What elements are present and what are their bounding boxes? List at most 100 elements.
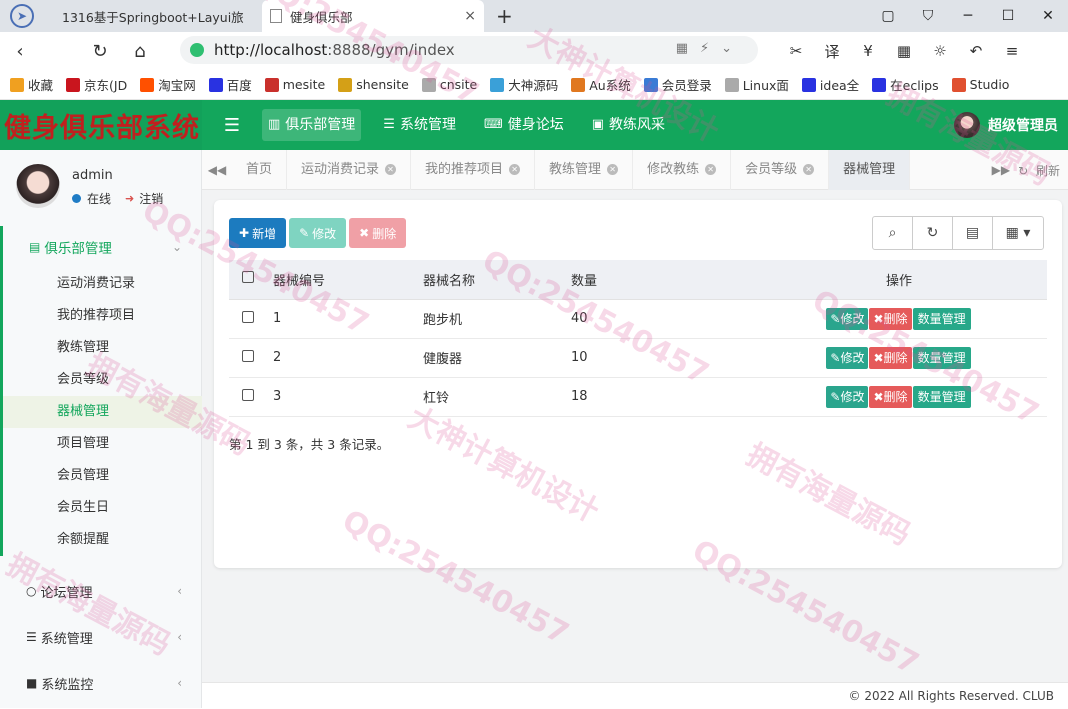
tabs-scroll-right-icon[interactable]: ▶▶ [988, 163, 1014, 177]
maximize-icon[interactable]: ☐ [988, 8, 1028, 24]
brightness-icon[interactable]: ☼ [922, 42, 958, 60]
topnav-coach[interactable]: ▣ 教练风采 [586, 109, 671, 141]
shirt-icon[interactable]: ⛉ [908, 8, 948, 24]
bookmark-item[interactable]: 大神源码 [490, 75, 558, 94]
sidebar-subitem[interactable]: 项目管理 [3, 428, 202, 460]
close-tab-icon[interactable]: × [464, 8, 476, 24]
close-window-icon[interactable]: ✕ [1028, 8, 1068, 24]
close-tab-icon[interactable]: ✕ [803, 164, 815, 175]
user-status: 在线 ➜ 注销 [72, 190, 163, 207]
url-actions-icon[interactable]: ▦⚡⌄ [676, 41, 744, 56]
sidebar-group-header[interactable]: ▤ 俱乐部管理 ⌄ [3, 226, 202, 268]
select-all-checkbox[interactable] [242, 271, 254, 284]
sidebar-subitem[interactable]: 余额提醒 [3, 524, 202, 556]
url-input[interactable]: http://localhost:8888/gym/index ▦⚡⌄ [180, 36, 758, 64]
refresh-icon[interactable]: ↻ [913, 217, 953, 249]
bookmark-item[interactable]: 京东(JD [66, 75, 127, 94]
table-row: 1 跑步机 40 ✎修改 ✖删除 数量管理 [229, 299, 1047, 339]
row-checkbox[interactable] [242, 349, 254, 362]
bookmark-item[interactable]: cnsite [421, 77, 477, 92]
delete-button[interactable]: ✖ 删除 [349, 218, 407, 248]
page-tab[interactable]: 首页 [232, 149, 288, 190]
home-icon[interactable]: ⌂ [120, 41, 160, 62]
bookmark-item[interactable]: Au系统 [571, 75, 631, 94]
toggle-view-icon[interactable]: ▤ [953, 217, 993, 249]
row-edit-button[interactable]: ✎修改 [826, 385, 869, 408]
edit-button[interactable]: ✎ 修改 [289, 218, 347, 248]
browser-tab-1[interactable]: 1316基于Springboot+Layui旅 [48, 0, 244, 32]
bookmark-icon [571, 77, 586, 92]
close-tab-icon[interactable]: ✕ [385, 164, 397, 175]
coin-icon[interactable]: ¥ [850, 42, 886, 60]
online-dot-icon [72, 194, 81, 203]
sidebar-subitem[interactable]: 器械管理 [3, 396, 202, 428]
bookmark-item[interactable]: 收藏 [10, 75, 53, 94]
sidebar-subitem[interactable]: 会员管理 [3, 460, 202, 492]
translate-icon[interactable]: 译 [814, 41, 850, 62]
columns-icon[interactable]: ▦ ▾ [993, 217, 1043, 249]
logout-link[interactable]: 注销 [139, 190, 163, 207]
row-qty-button[interactable]: 数量管理 [912, 385, 971, 408]
back-icon[interactable]: ‹ [0, 41, 40, 62]
topnav-system[interactable]: ☰ 系统管理 [377, 109, 462, 141]
refresh-icon[interactable]: ↻ 刷新 [1014, 162, 1068, 179]
browser-logo-icon[interactable]: ➤ [10, 4, 34, 28]
page-tab[interactable]: 教练管理 ✕ [535, 149, 634, 190]
bookmark-item[interactable]: Studio [951, 77, 1009, 92]
topnav-forum[interactable]: ⌨ 健身论坛 [478, 109, 570, 141]
bookmark-item[interactable]: Linux面 [724, 75, 789, 94]
row-edit-button[interactable]: ✎修改 [826, 346, 869, 369]
hamburger-icon[interactable]: ☰ [202, 115, 262, 136]
scissors-icon[interactable]: ✂ [778, 42, 814, 60]
header-user[interactable]: 超级管理员 [954, 100, 1058, 150]
page-tab[interactable]: 器械管理 [829, 149, 911, 190]
menu-icon[interactable]: ≡ [994, 42, 1030, 60]
sidebar-subitem[interactable]: 会员生日 [3, 492, 202, 524]
secure-shield-icon [190, 43, 204, 57]
add-button[interactable]: ✚ 新增 [229, 218, 287, 248]
row-delete-button[interactable]: ✖删除 [869, 307, 912, 330]
bookmark-item[interactable]: 在eclips [872, 75, 939, 94]
equipment-table: 器械编号 器械名称 数量 操作 1 跑步机 40 ✎修改 ✖删除 数量管理 2 健腹器 10 ✎修… [229, 260, 1047, 417]
sidebar-item-forum[interactable]: ○ 论坛管理 ‹ [0, 568, 202, 614]
browser-tab-2[interactable]: 健身俱乐部 × [262, 0, 484, 32]
undo-icon[interactable]: ↶ [958, 42, 994, 60]
row-delete-button[interactable]: ✖删除 [869, 346, 912, 369]
sidebar-subitem[interactable]: 会员等级 [3, 364, 202, 396]
sidebar-subitem[interactable]: 运动消费记录 [3, 268, 202, 300]
row-edit-button[interactable]: ✎修改 [826, 307, 869, 330]
topnav-club[interactable]: ▥ 俱乐部管理 [262, 109, 362, 141]
close-tab-icon[interactable]: ✕ [607, 164, 619, 175]
sidebar-subitem[interactable]: 教练管理 [3, 332, 202, 364]
row-checkbox[interactable] [242, 310, 254, 323]
page-tab[interactable]: 修改教练 ✕ [633, 149, 732, 190]
bookmark-item[interactable]: mesite [264, 77, 325, 92]
page-tab[interactable]: 会员等级 ✕ [731, 149, 830, 190]
page-tab[interactable]: 我的推荐项目 ✕ [411, 149, 536, 190]
minimize-icon[interactable]: ─ [948, 8, 988, 24]
bookmark-icon [872, 77, 887, 92]
bookmark-item[interactable]: 淘宝网 [140, 75, 196, 94]
bookmark-item[interactable]: idea全 [801, 75, 859, 94]
table-row: 3 杠铃 18 ✎修改 ✖删除 数量管理 [229, 377, 1047, 417]
row-qty-button[interactable]: 数量管理 [912, 307, 971, 330]
bookmark-item[interactable]: shensite [338, 77, 409, 92]
search-icon[interactable]: ⌕ [873, 217, 913, 249]
bookmarks-bar: 收藏 京东(JD 淘宝网 百度 mesite shensite cnsite 大神源码 Au系统… [0, 70, 1068, 100]
sidebar-subitem[interactable]: 我的推荐项目 [3, 300, 202, 332]
close-tab-icon[interactable]: ✕ [509, 164, 521, 175]
tabs-scroll-left-icon[interactable]: ◀◀ [202, 163, 232, 177]
row-delete-button[interactable]: ✖删除 [869, 385, 912, 408]
apps-icon[interactable]: ▦ [886, 42, 922, 60]
reload-icon[interactable]: ↻ [80, 41, 120, 62]
row-qty-button[interactable]: 数量管理 [912, 346, 971, 369]
bookmark-item[interactable]: 会员登录 [643, 75, 712, 94]
tab-count-icon[interactable]: ▢ [868, 8, 908, 24]
sidebar-item-monitor[interactable]: ■ 系统监控 ‹ [0, 660, 202, 706]
page-tab[interactable]: 运动消费记录 ✕ [287, 149, 412, 190]
sidebar-item-system[interactable]: ☰ 系统管理 ‹ [0, 614, 202, 660]
row-checkbox[interactable] [242, 388, 254, 401]
close-tab-icon[interactable]: ✕ [705, 164, 717, 175]
new-tab-button[interactable]: + [496, 4, 513, 28]
bookmark-item[interactable]: 百度 [208, 75, 252, 94]
